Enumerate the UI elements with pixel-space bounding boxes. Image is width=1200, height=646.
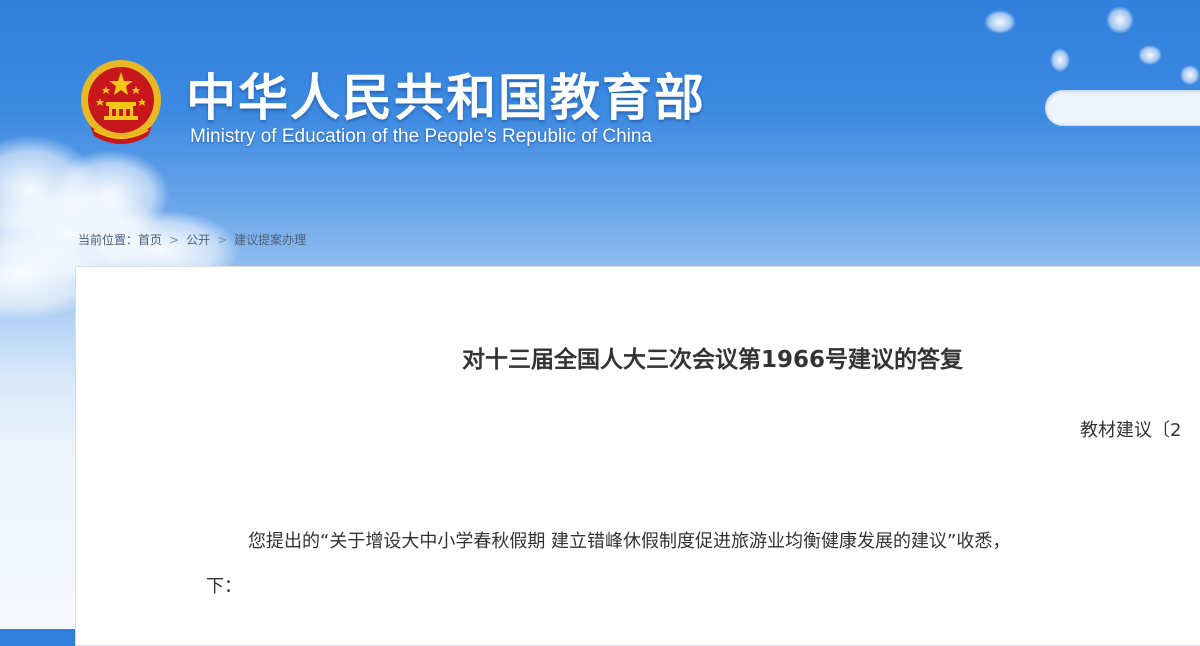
article-title: 对十三届全国人大三次会议第1966号建议的答复 bbox=[462, 347, 964, 373]
article-paragraph: 您提出的“关于增设大中小学春秋假期 建立错峰休假制度促进旅游业均衡健康发展的建议… bbox=[248, 531, 1011, 552]
article-panel bbox=[75, 266, 1200, 646]
search-input[interactable] bbox=[1045, 90, 1200, 126]
breadcrumb: 当前位置：首页 > 公开 > 建议提案办理 bbox=[78, 231, 306, 248]
article-paragraph-continued: 下： bbox=[206, 576, 242, 597]
breadcrumb-prefix: 当前位置： bbox=[78, 233, 139, 247]
site-title: 中华人民共和国教育部 bbox=[186, 69, 706, 127]
breadcrumb-item-home[interactable]: 首页 bbox=[138, 233, 162, 247]
breadcrumb-item-proposals[interactable]: 建议提案办理 bbox=[234, 233, 306, 247]
breadcrumb-item-public[interactable]: 公开 bbox=[186, 233, 210, 247]
breadcrumb-separator: > bbox=[169, 233, 180, 247]
site-subtitle-english: Ministry of Education of the People's Re… bbox=[190, 126, 652, 147]
document-number: 教材建议〔2 bbox=[1080, 420, 1182, 441]
national-emblem-icon bbox=[81, 60, 161, 144]
breadcrumb-separator: > bbox=[217, 233, 228, 247]
